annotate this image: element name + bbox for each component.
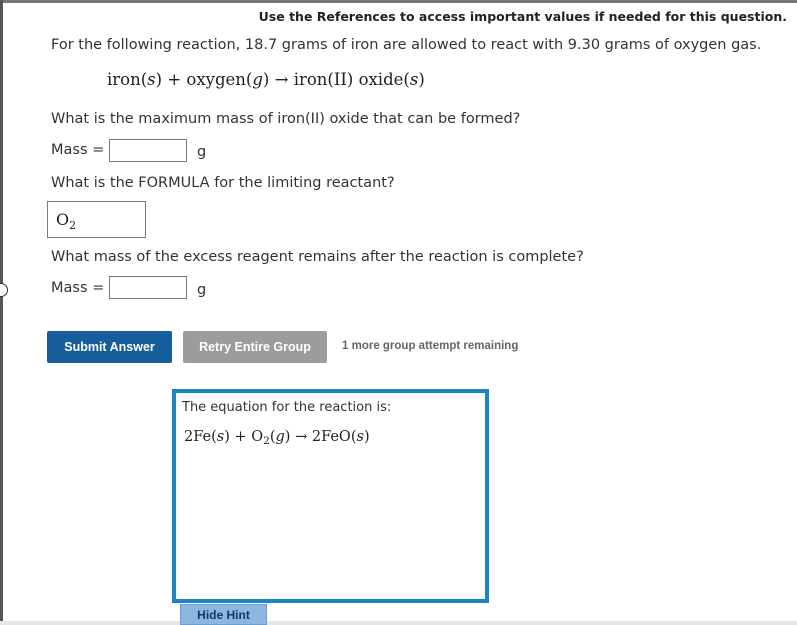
- mass-label-1: Mass =: [51, 142, 105, 158]
- state-3: s: [409, 70, 419, 89]
- references-note: Use the References to access important v…: [258, 9, 787, 24]
- bottom-divider: [0, 621, 797, 625]
- hint-product: FeO: [321, 429, 351, 445]
- product: iron(II) oxide: [293, 70, 404, 89]
- reactant-1: iron: [107, 70, 141, 89]
- coefficient-1: 2: [184, 429, 194, 445]
- question-3-text: What mass of the excess reagent remains …: [51, 249, 584, 265]
- left-divider: [0, 0, 3, 625]
- hide-hint-button[interactable]: Hide Hint: [180, 604, 267, 625]
- top-divider: [0, 0, 797, 3]
- mass-input-1[interactable]: [109, 139, 187, 162]
- hint-state-2: g: [275, 429, 285, 445]
- coefficient-2: 2: [311, 429, 322, 445]
- formula-answer: O2: [56, 210, 76, 232]
- question-intro: For the following reaction, 18.7 grams o…: [51, 37, 762, 53]
- hint-state-1: s: [216, 429, 225, 445]
- hint-reactant-2: O: [251, 429, 264, 445]
- balanced-equation: 2Fe(s) + O2(g) → 2FeO(s): [184, 429, 370, 447]
- hint-arrow: →: [295, 429, 308, 445]
- unit-label-1: g: [197, 144, 207, 160]
- hint-state-3: s: [356, 429, 364, 445]
- formula-input[interactable]: O2: [47, 201, 146, 238]
- attempts-remaining: 1 more group attempt remaining: [342, 340, 519, 352]
- reactant-2: oxygen: [186, 70, 246, 89]
- question-1-text: What is the maximum mass of iron(II) oxi…: [51, 111, 521, 127]
- question-2-text: What is the FORMULA for the limiting rea…: [51, 175, 395, 191]
- mass-input-2[interactable]: [109, 276, 187, 299]
- state-1: s: [147, 70, 156, 89]
- hint-title: The equation for the reaction is:: [182, 400, 392, 415]
- unit-label-2: g: [197, 282, 207, 298]
- drag-handle-icon[interactable]: [0, 283, 8, 297]
- reaction-arrow: →: [274, 70, 289, 89]
- hint-reactant-2-subscript: 2: [263, 435, 270, 447]
- formula-subscript: 2: [69, 219, 77, 232]
- submit-answer-button[interactable]: Submit Answer: [47, 331, 172, 363]
- retry-group-button[interactable]: Retry Entire Group: [183, 331, 327, 363]
- hint-reactant-1: Fe: [193, 429, 212, 445]
- state-2: g: [252, 70, 263, 89]
- formula-symbol: O: [56, 210, 70, 229]
- hint-panel: The equation for the reaction is: 2Fe(s)…: [172, 389, 489, 603]
- mass-label-2: Mass =: [51, 280, 105, 296]
- word-equation: iron(s) + oxygen(g) → iron(II) oxide(s): [107, 70, 425, 89]
